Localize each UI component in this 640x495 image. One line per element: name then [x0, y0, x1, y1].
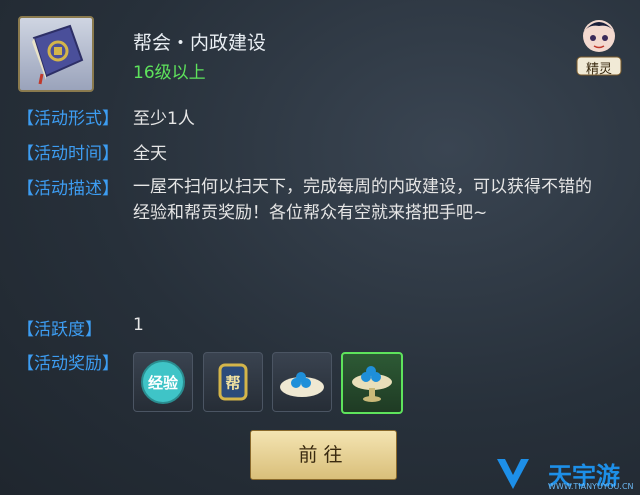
reward-slot-experience[interactable]: 经验	[133, 352, 193, 412]
spirit-label: 精灵	[585, 62, 612, 77]
reward-slot-guild[interactable]: 帮	[203, 352, 263, 412]
activity-points-value: 1	[133, 315, 144, 335]
reward-slot-gems-bowl[interactable]	[341, 352, 403, 414]
guild-badge-icon: 帮	[218, 363, 248, 401]
activity-detail-panel: 帮会・内政建设 16级以上 精灵 【活动形式】 至少1人 【活动时间】 全天 【…	[0, 0, 640, 495]
form-value: 至少1人	[133, 109, 195, 129]
activity-title: 帮会・内政建设	[133, 32, 267, 54]
activity-points-label: 【活跃度】	[17, 320, 102, 340]
desc-value: 一屋不扫何以扫天下，完成每周的内政建设，可以获得不错的经验和帮贡奖励！各位帮众有…	[133, 177, 592, 223]
activity-book-icon	[18, 16, 94, 92]
blue-gems-plate-icon	[280, 372, 324, 397]
go-button[interactable]: 前往	[250, 430, 397, 480]
time-value: 全天	[133, 144, 167, 164]
guild-text: 帮	[225, 374, 240, 392]
desc-label: 【活动描述】	[17, 179, 119, 199]
time-label: 【活动时间】	[17, 144, 119, 164]
watermark-url: WWW.TIANYUYOU.CN	[548, 482, 634, 491]
blue-gems-bowl-icon	[352, 366, 392, 402]
background-scenery	[355, 40, 361, 64]
rewards-label: 【活动奖励】	[17, 354, 119, 374]
reward-slot-gems-plate[interactable]	[272, 352, 332, 412]
spirit-button[interactable]: 精灵	[574, 14, 624, 77]
level-requirement: 16级以上	[133, 63, 206, 83]
form-label: 【活动形式】	[17, 109, 119, 129]
experience-orb-icon: 经验	[141, 360, 185, 404]
experience-text: 经验	[148, 374, 179, 392]
